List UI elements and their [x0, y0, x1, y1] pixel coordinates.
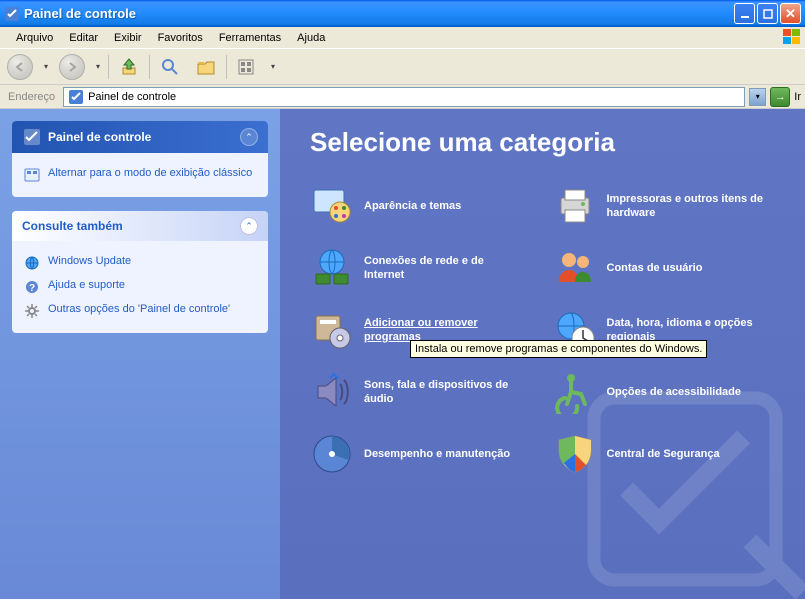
addressbar: Endereço Painel de controle ▾ → Ir: [0, 85, 805, 109]
category-label: Conexões de rede e de Internet: [364, 254, 524, 283]
main-panel: Selecione uma categoria Aparência e tema…: [280, 109, 805, 599]
category-label: Opções de acessibilidade: [607, 385, 742, 399]
menu-favoritos[interactable]: Favoritos: [150, 30, 211, 46]
views-button[interactable]: [231, 51, 263, 83]
category-label: Sons, fala e dispositivos de áudio: [364, 378, 524, 407]
titlebar: Painel de controle ✕: [0, 0, 805, 27]
panel-title-text: Painel de controle: [48, 130, 151, 144]
help-support-link[interactable]: ? Ajuda e suporte: [24, 275, 256, 299]
go-label: Ir: [794, 91, 801, 103]
category-label: Impressoras e outros itens de hardware: [607, 192, 767, 221]
network-icon: [310, 246, 354, 290]
menu-exibir[interactable]: Exibir: [106, 30, 150, 46]
category-add-remove-programs[interactable]: Adicionar ou remover programas Instala o…: [310, 308, 533, 352]
menu-ajuda[interactable]: Ajuda: [289, 30, 333, 46]
folders-button[interactable]: [190, 51, 222, 83]
category-appearance[interactable]: Aparência e temas: [310, 184, 533, 228]
category-sounds[interactable]: Sons, fala e dispositivos de áudio: [310, 370, 533, 414]
other-options-text: Outras opções do 'Painel de controle': [48, 303, 230, 315]
minimize-button[interactable]: [734, 3, 755, 24]
address-text: Painel de controle: [88, 91, 176, 103]
windows-update-link[interactable]: Windows Update: [24, 251, 256, 275]
panel-header[interactable]: Consulte também ⌃: [12, 211, 268, 241]
control-panel-icon: [4, 6, 20, 22]
appearance-icon: [310, 184, 354, 228]
menubar: Arquivo Editar Exibir Favoritos Ferramen…: [0, 27, 805, 49]
window-controls: ✕: [734, 3, 801, 24]
gear-icon: [24, 303, 40, 319]
panel-control-panel: Painel de controle ⌃ Alternar para o mod…: [12, 121, 268, 197]
toolbar: ▾ ▾ ▾: [0, 49, 805, 85]
menu-arquivo[interactable]: Arquivo: [8, 30, 61, 46]
performance-icon: [310, 432, 354, 476]
back-dropdown[interactable]: ▾: [40, 62, 52, 71]
category-printers[interactable]: Impressoras e outros itens de hardware: [553, 184, 776, 228]
sound-icon: [310, 370, 354, 414]
toolbar-separator: [226, 55, 227, 79]
toolbar-separator: [108, 55, 109, 79]
accessibility-icon: [553, 370, 597, 414]
category-accessibility[interactable]: Opções de acessibilidade: [553, 370, 776, 414]
search-button[interactable]: [154, 51, 186, 83]
globe-icon: [24, 255, 40, 271]
switch-view-icon: [24, 167, 40, 183]
up-button[interactable]: [113, 51, 145, 83]
address-dropdown[interactable]: ▾: [749, 88, 766, 106]
forward-dropdown[interactable]: ▾: [92, 62, 104, 71]
users-icon: [553, 246, 597, 290]
other-options-link[interactable]: Outras opções do 'Painel de controle': [24, 299, 256, 323]
category-label: Contas de usuário: [607, 261, 703, 275]
tooltip: Instala ou remove programas e componente…: [410, 340, 707, 358]
help-icon: ?: [24, 279, 40, 295]
panel-title-text: Consulte também: [22, 219, 123, 233]
close-button[interactable]: ✕: [780, 3, 801, 24]
category-network[interactable]: Conexões de rede e de Internet: [310, 246, 533, 290]
category-security-center[interactable]: Central de Segurança: [553, 432, 776, 476]
control-panel-icon: [22, 127, 42, 147]
sidebar: Painel de controle ⌃ Alternar para o mod…: [0, 109, 280, 599]
shield-icon: [553, 432, 597, 476]
panel-header[interactable]: Painel de controle ⌃: [12, 121, 268, 153]
address-input[interactable]: Painel de controle: [63, 87, 745, 107]
svg-text:?: ?: [29, 283, 35, 294]
content-area: Painel de controle ⌃ Alternar para o mod…: [0, 109, 805, 599]
maximize-button[interactable]: [757, 3, 778, 24]
panel-body: Alternar para o modo de exibição clássic…: [12, 153, 268, 197]
go-button[interactable]: →: [770, 87, 790, 107]
switch-classic-view-text: Alternar para o modo de exibição clássic…: [48, 167, 252, 179]
category-label: Central de Segurança: [607, 447, 720, 461]
printer-icon: [553, 184, 597, 228]
menu-ferramentas[interactable]: Ferramentas: [211, 30, 289, 46]
windows-flag-icon: [783, 29, 801, 45]
back-button[interactable]: [4, 51, 36, 83]
panel-see-also: Consulte também ⌃ Windows Update ? Ajuda…: [12, 211, 268, 333]
toolbar-separator: [149, 55, 150, 79]
collapse-icon[interactable]: ⌃: [240, 128, 258, 146]
help-support-text: Ajuda e suporte: [48, 279, 125, 291]
menu-editar[interactable]: Editar: [61, 30, 106, 46]
page-title: Selecione uma categoria: [310, 127, 775, 158]
category-label: Aparência e temas: [364, 199, 461, 213]
window-title: Painel de controle: [24, 6, 734, 21]
views-dropdown[interactable]: ▾: [267, 62, 279, 71]
switch-classic-view-link[interactable]: Alternar para o modo de exibição clássic…: [24, 163, 256, 187]
category-performance[interactable]: Desempenho e manutenção: [310, 432, 533, 476]
category-user-accounts[interactable]: Contas de usuário: [553, 246, 776, 290]
category-label: Desempenho e manutenção: [364, 447, 510, 461]
control-panel-icon: [68, 89, 84, 105]
forward-button[interactable]: [56, 51, 88, 83]
category-grid: Aparência e temas Impressoras e outros i…: [310, 184, 775, 476]
panel-body: Windows Update ? Ajuda e suporte Outras …: [12, 241, 268, 333]
collapse-icon[interactable]: ⌃: [240, 217, 258, 235]
address-label: Endereço: [4, 91, 59, 103]
programs-icon: [310, 308, 354, 352]
windows-update-text: Windows Update: [48, 255, 131, 267]
